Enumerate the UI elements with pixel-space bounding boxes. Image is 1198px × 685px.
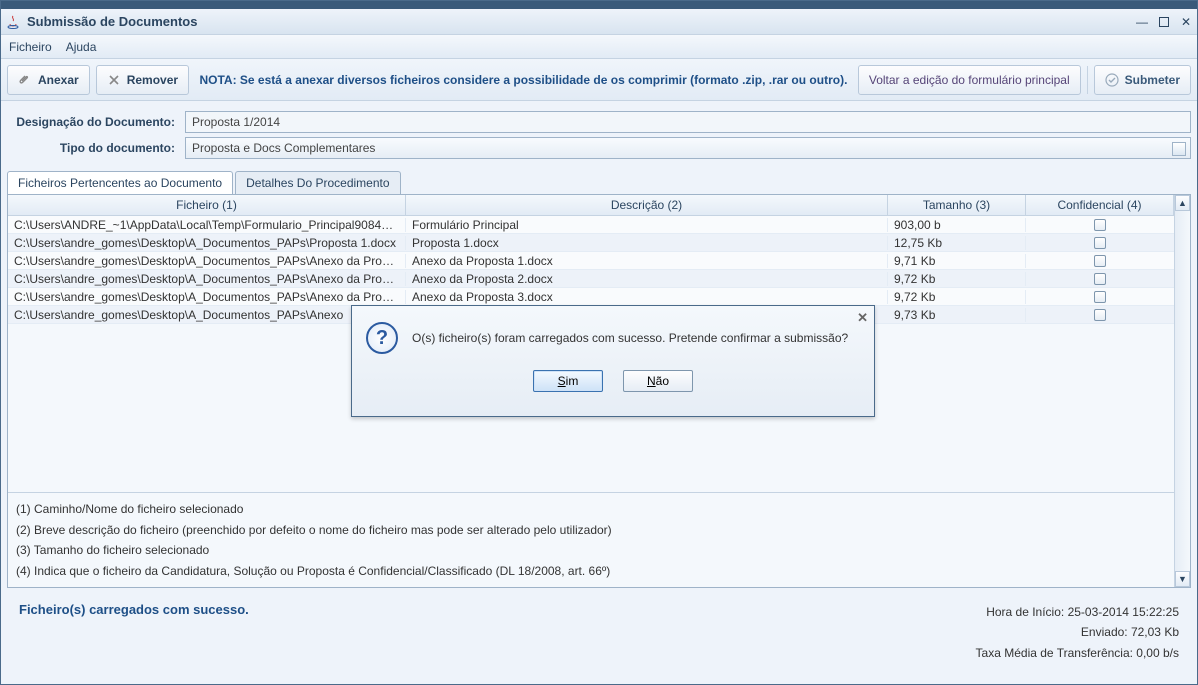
cell-size: 9,73 Kb	[888, 308, 1026, 322]
legend-1: (1) Caminho/Nome do ficheiro selecionado	[16, 499, 1166, 519]
table-row[interactable]: C:\Users\andre_gomes\Desktop\A_Documento…	[8, 288, 1174, 306]
tab-files[interactable]: Ficheiros Pertencentes ao Documento	[7, 171, 233, 194]
cell-size: 9,72 Kb	[888, 272, 1026, 286]
table-row[interactable]: C:\Users\ANDRE_~1\AppData\Local\Temp\For…	[8, 216, 1174, 234]
dialog-message: O(s) ficheiro(s) foram carregados com su…	[412, 331, 848, 345]
doc-type-label: Tipo do documento:	[7, 141, 185, 155]
minimize-button[interactable]: —	[1135, 15, 1149, 29]
question-icon: ?	[366, 322, 398, 354]
cell-desc: Proposta 1.docx	[406, 236, 888, 250]
th-conf[interactable]: Confidencial (4)	[1026, 195, 1174, 215]
titlebar: Submissão de Documentos — ✕	[1, 9, 1197, 35]
attach-label: Anexar	[38, 73, 79, 87]
cell-size: 9,71 Kb	[888, 254, 1026, 268]
cell-desc: Formulário Principal	[406, 218, 888, 232]
confirm-dialog: ✕ ? O(s) ficheiro(s) foram carregados co…	[351, 305, 875, 417]
confidential-checkbox[interactable]	[1094, 255, 1106, 267]
java-icon	[5, 14, 21, 30]
confidential-checkbox[interactable]	[1094, 219, 1106, 231]
confidential-checkbox[interactable]	[1094, 237, 1106, 249]
submit-label: Submeter	[1125, 73, 1180, 87]
cell-conf	[1026, 237, 1174, 249]
toolbar-separator	[1087, 66, 1088, 94]
scroll-up-icon[interactable]: ▲	[1175, 195, 1190, 211]
maximize-button[interactable]	[1157, 15, 1171, 29]
cell-size: 12,75 Kb	[888, 236, 1026, 250]
vertical-scrollbar[interactable]: ▲ ▼	[1174, 195, 1190, 587]
remove-button[interactable]: Remover	[96, 65, 189, 95]
cell-desc: Anexo da Proposta 3.docx	[406, 290, 888, 304]
menu-file[interactable]: Ficheiro	[9, 40, 52, 54]
close-button[interactable]: ✕	[1179, 15, 1193, 29]
toolbar: Anexar Remover NOTA: Se está a anexar di…	[1, 59, 1197, 101]
dialog-close-button[interactable]: ✕	[857, 310, 868, 326]
back-button[interactable]: Voltar a edição do formulário principal	[858, 65, 1081, 95]
doc-type-select[interactable]: Proposta e Docs Complementares	[185, 137, 1191, 159]
confidential-checkbox[interactable]	[1094, 291, 1106, 303]
th-file[interactable]: Ficheiro (1)	[8, 195, 406, 215]
cell-file: C:\Users\andre_gomes\Desktop\A_Documento…	[8, 236, 406, 250]
cell-conf	[1026, 255, 1174, 267]
parent-menubar-fragment	[1, 1, 1197, 9]
back-label: Voltar a edição do formulário principal	[869, 73, 1070, 87]
remove-label: Remover	[127, 73, 178, 87]
dialog-yes-button[interactable]: Sim	[533, 370, 603, 392]
paperclip-icon	[18, 73, 32, 87]
toolbar-note: NOTA: Se está a anexar diversos ficheiro…	[195, 73, 852, 87]
cell-file: C:\Users\ANDRE_~1\AppData\Local\Temp\For…	[8, 218, 406, 232]
tab-details[interactable]: Detalhes Do Procedimento	[235, 171, 400, 194]
dialog-no-button[interactable]: Não	[623, 370, 693, 392]
cell-size: 9,72 Kb	[888, 290, 1026, 304]
legend-4: (4) Indica que o ficheiro da Candidatura…	[16, 561, 1166, 581]
legend-3: (3) Tamanho do ficheiro selecionado	[16, 540, 1166, 560]
cell-file: C:\Users\andre_gomes\Desktop\A_Documento…	[8, 290, 406, 304]
status-rate: Taxa Média de Transferência: 0,00 b/s	[976, 643, 1179, 663]
remove-icon	[107, 73, 121, 87]
scroll-down-icon[interactable]: ▼	[1175, 571, 1190, 587]
legend-2: (2) Breve descrição do ficheiro (preench…	[16, 520, 1166, 540]
confidential-checkbox[interactable]	[1094, 273, 1106, 285]
cell-conf	[1026, 309, 1174, 321]
th-size[interactable]: Tamanho (3)	[888, 195, 1026, 215]
cell-file: C:\Users\andre_gomes\Desktop\A_Documento…	[8, 254, 406, 268]
table-row[interactable]: C:\Users\andre_gomes\Desktop\A_Documento…	[8, 234, 1174, 252]
cell-file: C:\Users\andre_gomes\Desktop\A_Documento…	[8, 272, 406, 286]
doc-name-input[interactable]: Proposta 1/2014	[185, 111, 1191, 133]
check-icon	[1105, 73, 1119, 87]
window-title: Submissão de Documentos	[27, 14, 197, 29]
cell-size: 903,00 b	[888, 218, 1026, 232]
doc-name-label: Designação do Documento:	[7, 115, 185, 129]
submit-button[interactable]: Submeter	[1094, 65, 1191, 95]
table-row[interactable]: C:\Users\andre_gomes\Desktop\A_Documento…	[8, 252, 1174, 270]
status-success: Ficheiro(s) carregados com sucesso.	[19, 602, 249, 663]
app-window: Submissão de Documentos — ✕ Ficheiro Aju…	[0, 0, 1198, 685]
statusbar: Ficheiro(s) carregados com sucesso. Hora…	[1, 594, 1197, 667]
status-sent: Enviado: 72,03 Kb	[976, 622, 1179, 642]
cell-conf	[1026, 273, 1174, 285]
status-start: Hora de Início: 25-03-2014 15:22:25	[976, 602, 1179, 622]
menu-help[interactable]: Ajuda	[66, 40, 97, 54]
table-row[interactable]: C:\Users\andre_gomes\Desktop\A_Documento…	[8, 270, 1174, 288]
cell-desc: Anexo da Proposta 1.docx	[406, 254, 888, 268]
cell-conf	[1026, 219, 1174, 231]
menubar: Ficheiro Ajuda	[1, 35, 1197, 59]
legend: (1) Caminho/Nome do ficheiro selecionado…	[8, 492, 1174, 587]
cell-file: C:\Users\andre_gomes\Desktop\A_Documento…	[8, 308, 406, 322]
attach-button[interactable]: Anexar	[7, 65, 90, 95]
th-desc[interactable]: Descrição (2)	[406, 195, 888, 215]
cell-desc: Anexo da Proposta 2.docx	[406, 272, 888, 286]
cell-conf	[1026, 291, 1174, 303]
confidential-checkbox[interactable]	[1094, 309, 1106, 321]
